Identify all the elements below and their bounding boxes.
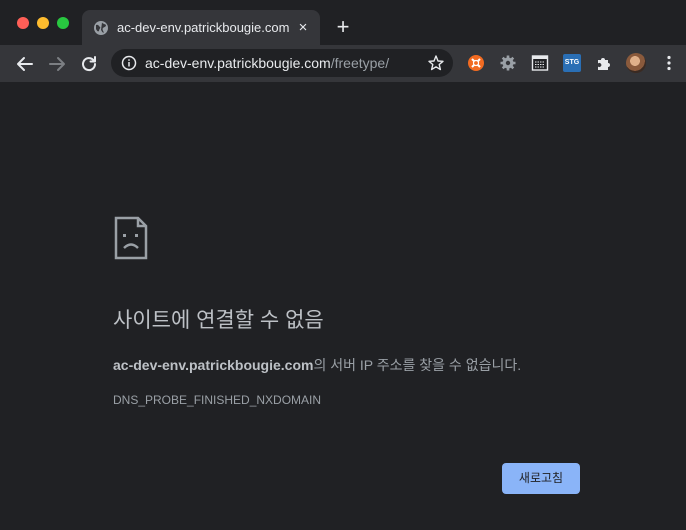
- error-title: 사이트에 연결할 수 없음: [113, 309, 324, 332]
- new-tab-button[interactable]: +: [333, 16, 353, 38]
- stg-extension-icon[interactable]: STG: [563, 54, 581, 72]
- window-close-button[interactable]: [17, 17, 29, 29]
- browser-window: ac-dev-env.patrickbougie.com × + ac-dev-…: [0, 0, 686, 530]
- puzzle-extensions-icon[interactable]: [595, 54, 613, 72]
- error-page: 사이트에 연결할 수 없음 ac-dev-env.patrickbougie.c…: [0, 82, 686, 530]
- orange-extension-icon[interactable]: [467, 54, 485, 72]
- info-icon[interactable]: [121, 55, 137, 71]
- window-minimize-button[interactable]: [37, 17, 49, 29]
- tab-strip: ac-dev-env.patrickbougie.com × +: [0, 0, 686, 45]
- tab-close-icon[interactable]: ×: [294, 19, 312, 37]
- grid-extension-icon[interactable]: [531, 54, 549, 72]
- forward-arrow-icon[interactable]: [46, 53, 68, 75]
- browser-toolbar: ac-dev-env.patrickbougie.com/freetype/ S…: [0, 45, 686, 82]
- reload-icon[interactable]: [78, 53, 100, 75]
- url-path: /freetype/: [330, 55, 390, 71]
- browser-tab-active[interactable]: ac-dev-env.patrickbougie.com ×: [82, 10, 320, 45]
- back-arrow-icon[interactable]: [14, 53, 36, 75]
- error-code: DNS_PROBE_FINISHED_NXDOMAIN: [113, 393, 322, 407]
- more-menu-icon[interactable]: [660, 54, 678, 72]
- error-host: ac-dev-env.patrickbougie.com: [113, 357, 314, 373]
- tab-title: ac-dev-env.patrickbougie.com: [117, 20, 290, 35]
- profile-avatar[interactable]: [626, 53, 646, 73]
- bookmark-star-icon[interactable]: [427, 54, 445, 72]
- url-host: ac-dev-env.patrickbougie.com: [145, 55, 331, 71]
- error-description-text: 의 서버 IP 주소를 찾을 수 없습니다.: [313, 357, 522, 373]
- address-bar[interactable]: ac-dev-env.patrickbougie.com/freetype/: [111, 49, 453, 77]
- sad-page-icon: [114, 216, 148, 260]
- window-maximize-button[interactable]: [57, 17, 69, 29]
- url-text[interactable]: ac-dev-env.patrickbougie.com/freetype/: [145, 55, 389, 71]
- gear-extension-icon[interactable]: [499, 54, 517, 72]
- error-description: ac-dev-env.patrickbougie.com의 서버 IP 주소를 …: [113, 355, 521, 375]
- globe-icon: [94, 21, 108, 35]
- reload-button[interactable]: 새로고침: [502, 463, 580, 494]
